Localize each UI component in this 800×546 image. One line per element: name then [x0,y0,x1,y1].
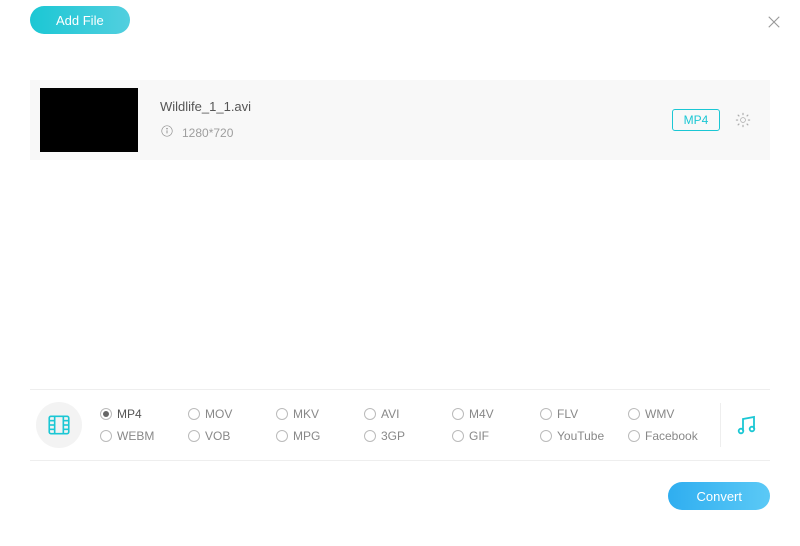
radio-icon [364,430,376,442]
file-list-item: Wildlife_1_1.avi 1280*720 MP4 [30,80,770,160]
radio-icon [628,430,640,442]
radio-icon [276,408,288,420]
info-icon[interactable] [160,124,174,141]
format-option-label: WMV [645,407,674,421]
file-meta: 1280*720 [160,124,672,141]
format-option-label: MKV [293,407,319,421]
format-option-mov[interactable]: MOV [188,407,270,421]
add-file-button[interactable]: Add File [30,6,130,34]
file-resolution: 1280*720 [182,126,233,140]
radio-icon [364,408,376,420]
format-option-label: AVI [381,407,399,421]
format-option-vob[interactable]: VOB [188,429,270,443]
format-option-label: MPG [293,429,320,443]
format-option-mkv[interactable]: MKV [276,407,358,421]
format-selection-bar: MP4 MOV MKV AVI M4V FLV WMV WEBM VOB MPG 3GP GIF You… [30,389,770,461]
format-option-youtube[interactable]: YouTube [540,429,622,443]
gear-icon [734,111,752,129]
format-grid: MP4 MOV MKV AVI M4V FLV WMV WEBM VOB MPG 3GP GIF You… [100,407,710,443]
format-option-label: MOV [205,407,232,421]
format-option-label: 3GP [381,429,405,443]
convert-button[interactable]: Convert [668,482,770,510]
format-option-label: WEBM [117,429,154,443]
radio-icon [276,430,288,442]
radio-icon [100,408,112,420]
format-option-m4v[interactable]: M4V [452,407,534,421]
format-option-label: Facebook [645,429,698,443]
film-icon [46,412,72,438]
radio-icon [452,408,464,420]
format-option-webm[interactable]: WEBM [100,429,182,443]
format-option-label: VOB [205,429,230,443]
radio-icon [452,430,464,442]
format-option-facebook[interactable]: Facebook [628,429,710,443]
file-name: Wildlife_1_1.avi [160,99,672,114]
close-icon [765,13,783,31]
format-option-mpg[interactable]: MPG [276,429,358,443]
radio-icon [628,408,640,420]
file-info: Wildlife_1_1.avi 1280*720 [160,99,672,141]
format-option-label: M4V [469,407,494,421]
audio-tab-button[interactable] [720,403,770,447]
radio-icon [188,430,200,442]
radio-icon [188,408,200,420]
format-option-mp4[interactable]: MP4 [100,407,182,421]
radio-icon [100,430,112,442]
format-option-wmv[interactable]: WMV [628,407,710,421]
format-option-label: GIF [469,429,489,443]
format-option-label: FLV [557,407,578,421]
format-option-avi[interactable]: AVI [364,407,446,421]
video-thumbnail[interactable] [40,88,138,152]
format-option-flv[interactable]: FLV [540,407,622,421]
video-tab-button[interactable] [36,402,82,448]
format-option-3gp[interactable]: 3GP [364,429,446,443]
settings-button[interactable] [734,111,752,129]
radio-icon [540,408,552,420]
format-option-label: MP4 [117,407,142,421]
music-icon [734,413,758,437]
output-format-button[interactable]: MP4 [672,109,720,131]
format-option-label: YouTube [557,429,604,443]
format-option-gif[interactable]: GIF [452,429,534,443]
close-button[interactable] [764,12,784,32]
radio-icon [540,430,552,442]
